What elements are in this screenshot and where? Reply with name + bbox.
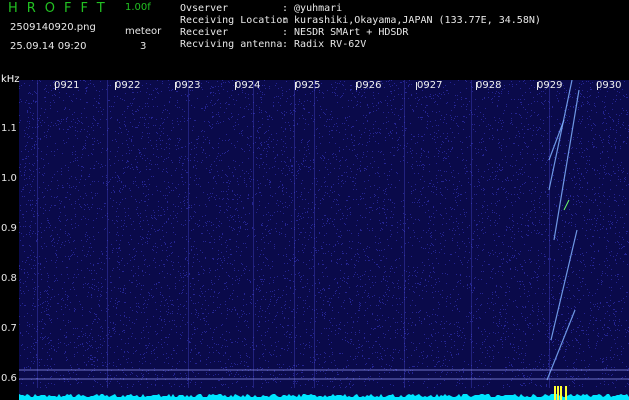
receiver-value: : NESDR SMArt + HDSDR [282, 27, 409, 38]
interference-stripe [107, 80, 108, 388]
version-label: 1.00f [125, 2, 151, 13]
meteor-count: 3 [140, 41, 147, 52]
signal-spike [565, 386, 567, 400]
receiver-label: Receiver [180, 27, 229, 38]
signal-spike [560, 386, 562, 400]
y-tick-label: 0.9 [1, 223, 17, 234]
signal-spike [554, 386, 556, 400]
time-tick-label: 0925 [295, 80, 321, 91]
time-tick-label: 0930 [596, 80, 622, 91]
location-label: Receiving Location [180, 15, 289, 26]
spectrogram [19, 80, 629, 400]
interference-stripe [188, 80, 189, 388]
antenna-value: : Radix RV-62V [282, 39, 367, 50]
y-tick-label: 0.7 [1, 323, 17, 334]
interference-stripe [253, 80, 254, 388]
spectrogram-svg [19, 80, 629, 400]
y-tick-label: 1.1 [1, 123, 17, 134]
interference-stripe [37, 80, 38, 388]
y-tick-label: 0.6 [1, 373, 17, 384]
timestamp-label: 25.09.14 09:20 [10, 41, 87, 52]
filename-label: 2509140920.png [10, 22, 96, 33]
interference-stripe [549, 80, 550, 388]
observer-value: : @yuhmari [282, 3, 343, 14]
location-value: : kurashiki,Okayama,JAPAN (133.77E, 34.5… [282, 15, 541, 26]
observer-label: Ovserver [180, 3, 229, 14]
y-tick-label: 0.8 [1, 273, 17, 284]
meteor-label: meteor [125, 26, 162, 37]
interference-stripe [471, 80, 472, 388]
antenna-label: Recviving antenna [180, 39, 283, 50]
signal-spike [557, 386, 559, 400]
time-tick-label: 0922 [115, 80, 141, 91]
khz-axis-label: kHz [1, 74, 20, 85]
time-tick-label: 0924 [235, 80, 261, 91]
time-tick-label: 0928 [476, 80, 502, 91]
interference-stripe [404, 80, 405, 388]
time-tick-label: 0926 [356, 80, 382, 91]
time-tick-label: 0929 [537, 80, 563, 91]
time-tick-label: 0923 [175, 80, 201, 91]
interference-stripe [294, 80, 295, 388]
y-tick-label: 1.0 [1, 173, 17, 184]
time-tick-label: 0927 [417, 80, 443, 91]
time-tick-label: 0921 [54, 80, 80, 91]
interference-stripe [314, 80, 315, 388]
app-title: HROFFT [8, 1, 114, 16]
